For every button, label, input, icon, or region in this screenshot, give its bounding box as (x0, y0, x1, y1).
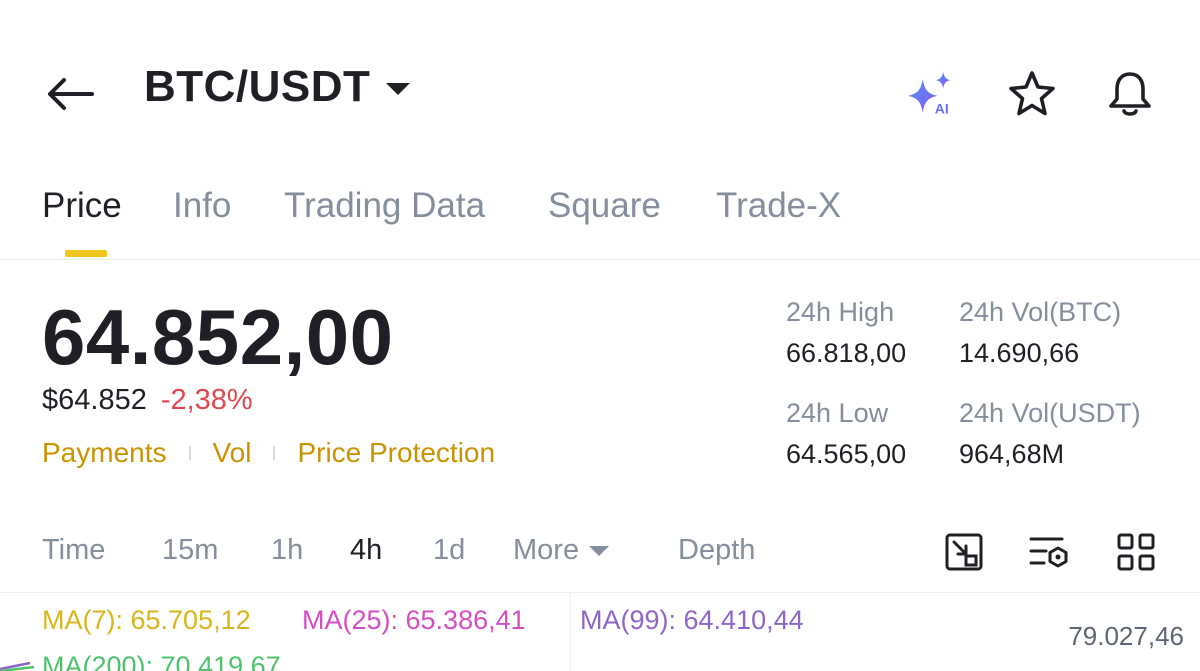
stat-label: 24h Low (786, 398, 889, 428)
divider (188, 446, 191, 460)
tab-info[interactable]: Info (173, 186, 231, 226)
stat-value: 64.565,00 (786, 439, 907, 469)
pair-selector[interactable]: BTC/USDT (144, 62, 411, 112)
chart-legend-area: MA(7): 65.705,12 MA(25): 65.386,41 MA(99… (0, 592, 1200, 671)
more-label: More (513, 534, 580, 566)
ma200-label: MA(200): 70.419,67 (42, 651, 281, 671)
interval-more[interactable]: More (513, 534, 610, 567)
section-tabs: Price Info Trading Data Square Trade-X (0, 180, 1200, 260)
tab-trading-data[interactable]: Trading Data (284, 186, 485, 226)
last-price: 64.852,00 (42, 293, 394, 381)
stat-value: 964,68M (959, 439, 1065, 469)
interval-1d[interactable]: 1d (433, 534, 465, 567)
price-sub-row: $64.852 -2,38% (42, 384, 253, 417)
ma7-label: MA(7): 65.705,12 (42, 605, 251, 635)
vol-link[interactable]: Vol (213, 437, 252, 469)
ma99-label: MA(99): 64.410,44 (580, 605, 804, 635)
tab-trade-x[interactable]: Trade-X (716, 186, 841, 226)
ma25-label: MA(25): 65.386,41 (302, 605, 526, 635)
payments-link[interactable]: Payments (42, 437, 167, 469)
stat-24h-low: 24h Low 64.565,00 (786, 398, 906, 470)
price-protection-link[interactable]: Price Protection (297, 437, 495, 469)
stat-value: 14.690,66 (959, 338, 1080, 368)
chart-high-label: 79.027,46 (1068, 621, 1184, 651)
stat-label: 24h Vol(BTC) (959, 297, 1122, 327)
interval-1h[interactable]: 1h (271, 534, 303, 567)
interval-bar: Time 15m 1h 4h 1d More Depth (0, 528, 1200, 578)
indicator-settings-icon[interactable] (1028, 530, 1072, 574)
stat-label: 24h Vol(USDT) (959, 398, 1141, 428)
price-change-percent: -2,38% (160, 384, 253, 416)
price-links: Payments Vol Price Protection (42, 437, 495, 469)
stat-24h-high: 24h High 66.818,00 (786, 297, 906, 369)
stat-label: 24h High (786, 297, 895, 327)
back-arrow-icon[interactable] (42, 70, 98, 118)
stat-24h-vol-btc: 24h Vol(BTC) 14.690,66 (959, 297, 1121, 369)
tab-price[interactable]: Price (42, 186, 122, 226)
usd-price: $64.852 (42, 384, 147, 416)
ai-badge: AI (935, 101, 949, 117)
top-header: BTC/USDT AI (0, 0, 1200, 150)
stat-value: 66.818,00 (786, 338, 907, 368)
depth-tab[interactable]: Depth (678, 534, 755, 567)
interval-time[interactable]: Time (42, 534, 105, 567)
fullscreen-icon[interactable] (942, 530, 986, 574)
active-tab-indicator (65, 250, 107, 257)
bell-icon[interactable] (1104, 68, 1156, 120)
chart-grid-line (570, 593, 571, 671)
interval-4h[interactable]: 4h (350, 534, 382, 567)
interval-15m[interactable]: 15m (162, 534, 218, 567)
ma-line-fragment (0, 661, 35, 671)
stat-24h-vol-usdt: 24h Vol(USDT) 964,68M (959, 398, 1141, 470)
tab-square[interactable]: Square (548, 186, 661, 226)
divider (273, 446, 276, 460)
ai-sparkle-icon[interactable]: AI (906, 68, 958, 120)
caret-down-icon (386, 83, 411, 95)
caret-down-icon (589, 546, 610, 557)
star-icon[interactable] (1006, 68, 1058, 120)
pair-title: BTC/USDT (144, 62, 371, 111)
grid-layout-icon[interactable] (1114, 530, 1158, 574)
